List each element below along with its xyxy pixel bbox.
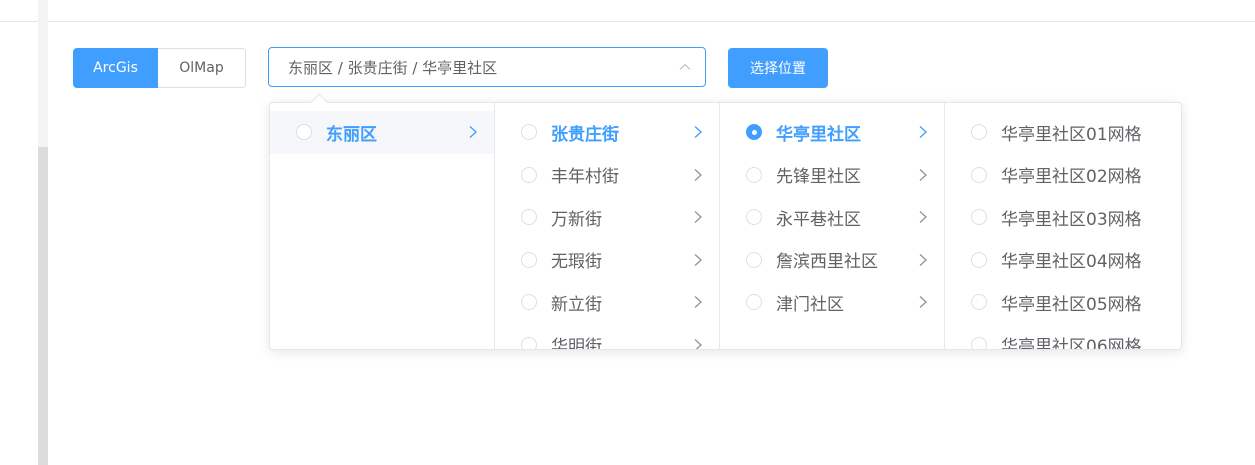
chevron-right-icon <box>919 126 927 138</box>
radio-button[interactable] <box>971 209 987 226</box>
cascader-node[interactable]: 永平巷社区 <box>720 196 944 239</box>
olmap-button[interactable]: OlMap <box>158 48 246 88</box>
cascader-node-label: 万新街 <box>551 209 602 230</box>
radio-button[interactable] <box>521 166 537 183</box>
radio-button[interactable] <box>521 294 537 311</box>
cascader-node-label: 新立街 <box>551 294 602 315</box>
chevron-right-icon <box>919 253 927 266</box>
chevron-right-icon <box>694 296 702 308</box>
cascader-node[interactable]: 华亭里社区01网格 <box>945 111 1181 154</box>
cascader-node[interactable]: 华亭里社区05网格 <box>945 281 1181 324</box>
radio-button[interactable] <box>296 124 312 141</box>
chevron-right-icon <box>694 126 702 138</box>
cascader-node[interactable]: 张贵庄街 <box>495 111 719 154</box>
radio-button[interactable] <box>746 166 762 183</box>
scrollbar-thumb[interactable] <box>38 147 48 465</box>
cascader-node[interactable]: 无瑕街 <box>495 239 719 282</box>
radio-button[interactable] <box>971 294 987 311</box>
radio-button[interactable] <box>521 251 537 268</box>
chevron-right-icon <box>694 338 702 349</box>
chevron-right-icon <box>919 211 927 223</box>
cascader-node-label: 华亭里社区06网格 <box>1001 337 1142 349</box>
chevron-right-icon <box>469 126 477 138</box>
chevron-right-icon <box>694 211 702 223</box>
cascader-node-label: 永平巷社区 <box>776 209 861 230</box>
cascader-node[interactable]: 华亭里社区03网格 <box>945 196 1181 239</box>
cascader-node-label: 华亭里社区01网格 <box>1001 124 1142 145</box>
arcgis-button[interactable]: ArcGis <box>73 48 158 88</box>
cascader-node-label: 华亭里社区05网格 <box>1001 294 1142 315</box>
cascader-node[interactable]: 华明街 <box>495 324 719 349</box>
cascader-node-label: 张贵庄街 <box>551 124 619 145</box>
cascader-node[interactable]: 华亭里社区 <box>720 111 944 154</box>
cascader-node[interactable]: 华亭里社区04网格 <box>945 239 1181 282</box>
cascader-panel-community: 华亭里社区先锋里社区永平巷社区詹滨西里社区 津门社区 <box>720 103 945 349</box>
radio-button[interactable] <box>746 294 762 311</box>
cascader-node-label: 华亭里社区02网格 <box>1001 167 1142 188</box>
radio-button[interactable] <box>521 124 537 141</box>
chevron-right-icon <box>694 253 702 266</box>
cascader-node[interactable]: 新立街 <box>495 281 719 324</box>
cascader-node-label: 先锋里社区 <box>776 167 861 188</box>
chevron-right-icon <box>694 168 702 181</box>
select-location-button[interactable]: 选择位置 <box>728 48 828 88</box>
radio-button[interactable] <box>971 124 987 141</box>
cascader-node[interactable]: 津门社区 <box>720 281 944 324</box>
chevron-right-icon <box>919 296 927 308</box>
cascader-node-label: 华亭里社区04网格 <box>1001 252 1142 273</box>
cascader-panel-district: 东丽区 <box>270 103 495 349</box>
cascader-node-label: 无瑕街 <box>551 252 602 273</box>
radio-button[interactable] <box>746 124 762 141</box>
cascader-node-label: 丰年村街 <box>551 167 619 188</box>
header-divider <box>0 21 1255 22</box>
radio-button[interactable] <box>746 251 762 268</box>
cascader-panel-street: 张贵庄街丰年村街万新街无瑕街新立街华明街 <box>495 103 720 349</box>
cascader-node-label: 华亭里社区 <box>776 124 861 145</box>
cascader-node[interactable]: 华亭里社区06网格 <box>945 324 1181 349</box>
chevron-right-icon <box>919 168 927 181</box>
cascader-node-label: 华明街 <box>551 337 602 349</box>
radio-button[interactable] <box>521 336 537 349</box>
map-type-switch: ArcGis OlMap <box>73 48 246 88</box>
cascader-node[interactable]: 詹滨西里社区 <box>720 239 944 282</box>
cascader-node[interactable]: 丰年村街 <box>495 154 719 197</box>
chevron-up-icon <box>679 63 691 70</box>
cascader-value: 东丽区 / 张贵庄街 / 华亭里社区 <box>288 58 498 77</box>
cascader-node-label: 东丽区 <box>326 124 377 145</box>
radio-button[interactable] <box>971 166 987 183</box>
region-cascader-input[interactable]: 东丽区 / 张贵庄街 / 华亭里社区 <box>268 47 706 87</box>
cascader-node-label: 詹滨西里社区 <box>776 252 878 273</box>
radio-button[interactable] <box>971 336 987 349</box>
radio-button[interactable] <box>746 209 762 226</box>
cascader-node[interactable]: 先锋里社区 <box>720 154 944 197</box>
cascader-node[interactable]: 东丽区 <box>270 111 494 154</box>
radio-button[interactable] <box>971 251 987 268</box>
cascader-node[interactable]: 华亭里社区02网格 <box>945 154 1181 197</box>
cascader-node-label: 华亭里社区03网格 <box>1001 209 1142 230</box>
cascader-node[interactable]: 万新街 <box>495 196 719 239</box>
cascader-panel-grid: 华亭里社区01网格 华亭里社区02网格 华亭里社区03网格 华亭里社区04网格 华亭里社… <box>945 103 1181 349</box>
cascader-node-label: 津门社区 <box>776 294 844 315</box>
cascader-dropdown: 东丽区 张贵庄街 丰年村街 万新街 无瑕街 新立街 华明街 华亭里社区 先锋里社区 永平巷社区 詹滨… <box>269 102 1182 350</box>
radio-button[interactable] <box>521 209 537 226</box>
